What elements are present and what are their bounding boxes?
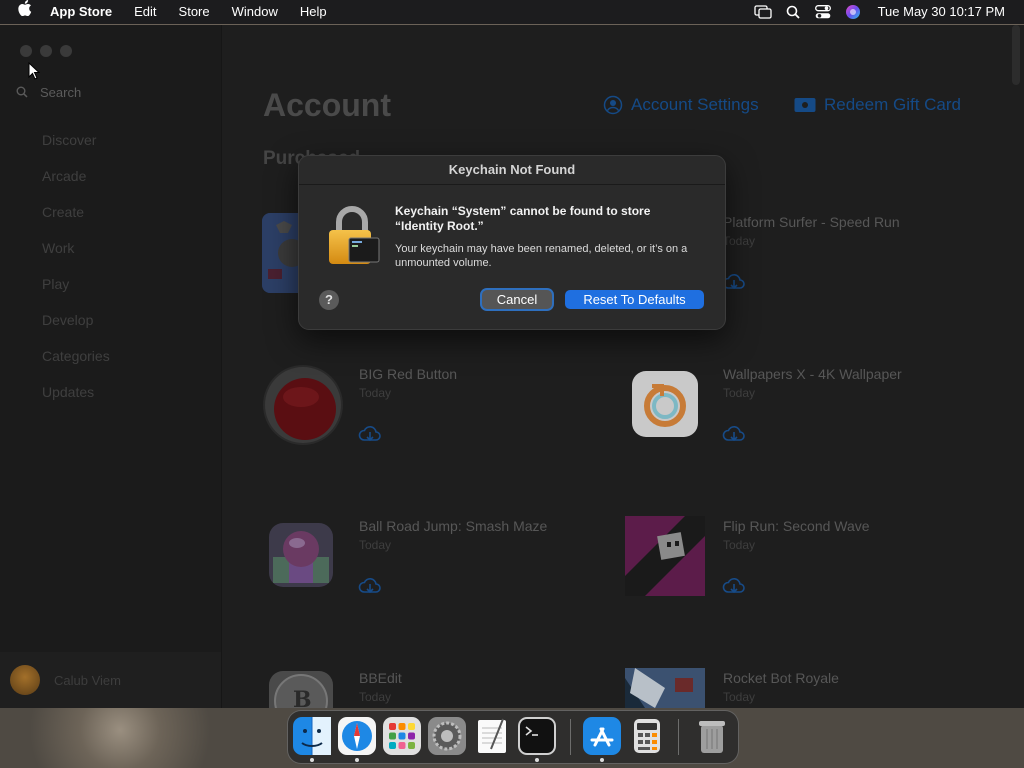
window-controls [20,45,72,57]
app-name: Wallpapers X - 4K Wallpaper [723,366,902,382]
sidebar-item-play[interactable]: Play [42,276,69,292]
minimize-window-button[interactable] [40,45,52,57]
menu-window[interactable]: Window [221,0,289,24]
big-red-button-icon[interactable] [263,365,343,445]
running-indicator [600,758,604,762]
user-name: Calub Viem [54,672,121,688]
account-page: Account Account Settings Redeem Gift Car… [222,25,1024,708]
cancel-button[interactable]: Cancel [482,290,552,309]
account-settings-label: Account Settings [631,95,759,114]
gift-card-icon [794,98,816,112]
search-placeholder: Search [40,84,82,100]
safari-icon[interactable] [338,717,376,755]
running-indicator [310,758,314,762]
zoom-window-button[interactable] [60,45,72,57]
search-field[interactable]: Search [16,81,210,103]
menu-help[interactable]: Help [289,0,338,24]
rocket-bot-royale-icon[interactable] [625,668,705,708]
menu-edit[interactable]: Edit [123,0,167,24]
dialog-message-title: Keychain “System” cannot be found to sto… [395,204,651,233]
sidebar-item-discover[interactable]: Discover [42,132,96,148]
account-settings-link[interactable]: Account Settings [603,95,759,115]
system-settings-icon[interactable] [428,717,466,755]
sidebar-item-updates[interactable]: Updates [42,384,94,400]
menu-store[interactable]: Store [168,0,221,24]
redeem-gift-card-link[interactable]: Redeem Gift Card [794,95,961,115]
page-title: Account [263,87,391,123]
dock-separator [570,719,571,755]
app-date: Today [723,690,756,704]
cloud-download-icon[interactable] [358,576,382,596]
menu-clock[interactable]: Tue May 30 10:17 PM [868,0,1024,24]
bbedit-icon[interactable]: B [269,671,333,708]
app-name: Rocket Bot Royale [723,670,839,686]
app-name: BIG Red Button [359,366,458,382]
app-store-window: Search Discover Arcade Create Work Play … [0,25,1024,708]
app-date: Today [723,234,756,248]
running-indicator [535,758,539,762]
cloud-download-icon[interactable] [358,424,382,444]
app-date: Today [359,690,392,704]
redeem-gift-card-label: Redeem Gift Card [824,95,961,114]
display-mirror-icon[interactable] [748,5,778,19]
textedit-icon[interactable] [473,717,511,755]
flip-run-icon[interactable] [625,516,705,596]
apple-menu-icon[interactable] [0,0,46,24]
avatar [10,665,40,695]
sidebar: Search Discover Arcade Create Work Play … [0,25,222,708]
dialog-title: Keychain Not Found [299,156,725,185]
sidebar-item-work[interactable]: Work [42,240,74,256]
search-icon [16,86,28,98]
dock-separator [678,719,679,755]
app-name: Ball Road Jump: Smash Maze [359,518,548,534]
app-store-icon[interactable] [583,717,621,755]
calculator-icon[interactable] [628,717,666,755]
app-date: Today [723,386,756,400]
running-indicator [355,758,359,762]
app-name: Flip Run: Second Wave [723,518,870,534]
help-button[interactable]: ? [319,290,339,310]
ball-road-jump-icon[interactable] [269,523,333,587]
sidebar-item-arcade[interactable]: Arcade [42,168,86,184]
terminal-icon[interactable] [518,717,556,755]
trash-icon[interactable] [693,717,731,755]
menu-bar: App Store Edit Store Window Help Tue May… [0,0,1024,24]
app-date: Today [723,538,756,552]
sidebar-item-categories[interactable]: Categories [42,348,110,364]
mouse-cursor-icon [28,62,40,80]
spotlight-search-icon[interactable] [778,5,808,19]
svg-text:B: B [293,687,312,708]
app-menu[interactable]: App Store [46,0,123,24]
wallpapers-x-icon[interactable] [632,371,698,437]
close-window-button[interactable] [20,45,32,57]
scrollbar[interactable] [1012,25,1020,85]
app-date: Today [359,386,392,400]
app-name: BBEdit [359,670,402,686]
account-button[interactable]: Calub Viem [0,652,221,708]
keychain-lock-icon [329,206,380,264]
app-date: Today [359,538,392,552]
person-circle-icon [603,95,623,115]
sidebar-item-develop[interactable]: Develop [42,312,93,328]
cloud-download-icon[interactable] [722,576,746,596]
dialog-message-body: Your keychain may have been renamed, del… [395,243,688,269]
control-center-icon[interactable] [808,5,838,19]
finder-icon[interactable] [293,717,331,755]
app-name: Platform Surfer - Speed Run [723,214,900,230]
siri-icon[interactable] [838,4,868,20]
cloud-download-icon[interactable] [722,424,746,444]
launchpad-icon[interactable] [383,717,421,755]
dock [287,710,739,764]
keychain-alert-dialog: Keychain Not Found Keychain “System” can… [298,155,726,330]
reset-to-defaults-button[interactable]: Reset To Defaults [565,290,704,309]
sidebar-item-create[interactable]: Create [42,204,84,220]
